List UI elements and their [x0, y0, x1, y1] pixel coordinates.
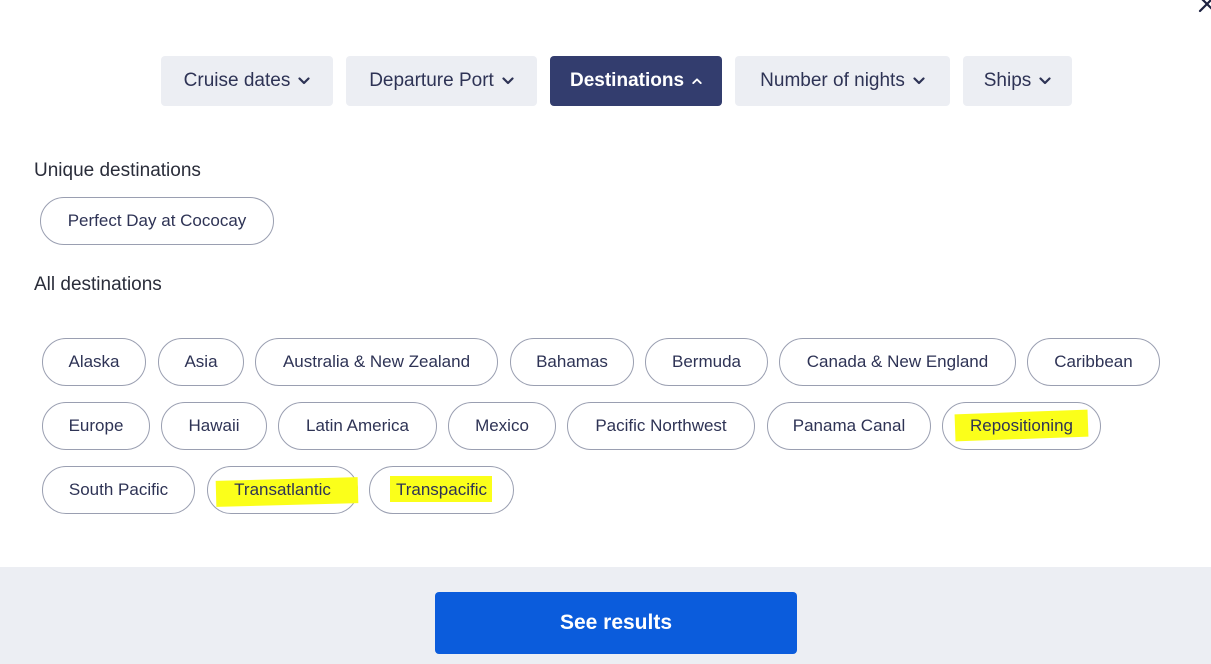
tab-destinations[interactable]: Destinations: [550, 56, 722, 106]
tab-label: Cruise dates: [183, 70, 291, 91]
see-results-button[interactable]: See results: [435, 592, 797, 654]
chip-label: Australia & New Zealand: [282, 352, 471, 371]
chip-panama-canal[interactable]: Panama Canal: [767, 402, 931, 450]
chip-label: Transatlantic: [234, 480, 331, 499]
chip-transatlantic[interactable]: Transatlantic: [207, 466, 359, 514]
chip-south-pacific[interactable]: South Pacific: [42, 466, 195, 514]
footer-bar: See results: [0, 567, 1211, 664]
tab-label: Destinations: [570, 70, 685, 91]
chip-label: Asia: [184, 352, 218, 371]
tab-number-of-nights[interactable]: Number of nights: [735, 56, 950, 106]
chip-label: Bermuda: [672, 352, 741, 371]
chip-bermuda[interactable]: Bermuda: [645, 338, 768, 386]
chip-label: Repositioning: [969, 416, 1073, 435]
filter-tabs: Cruise dates Departure Port Destinations…: [161, 56, 1072, 106]
destinations-filter-panel: Cruise dates Departure Port Destinations…: [0, 0, 1211, 664]
tab-label: Departure Port: [369, 70, 494, 91]
tab-label: Ships: [983, 70, 1032, 91]
chip-transpacific[interactable]: Transpacific: [369, 466, 514, 514]
chip-asia[interactable]: Asia: [158, 338, 244, 386]
chip-canada-new-england[interactable]: Canada & New England: [779, 338, 1016, 386]
chip-bahamas[interactable]: Bahamas: [510, 338, 634, 386]
chevron-down-icon: [913, 77, 925, 85]
chip-repositioning[interactable]: Repositioning: [942, 402, 1101, 450]
chip-label: Transpacific: [395, 480, 487, 499]
chip-mexico[interactable]: Mexico: [448, 402, 556, 450]
tab-cruise-dates[interactable]: Cruise dates: [161, 56, 333, 106]
tab-ships[interactable]: Ships: [963, 56, 1072, 106]
chip-perfect-day-at-cococay[interactable]: Perfect Day at Cococay: [40, 197, 274, 245]
tab-label: Number of nights: [760, 70, 905, 91]
chip-label: Panama Canal: [792, 416, 906, 435]
all-destinations-heading: All destinations: [34, 274, 162, 295]
chip-latin-america[interactable]: Latin America: [278, 402, 437, 450]
chip-australia-new-zealand[interactable]: Australia & New Zealand: [255, 338, 498, 386]
chip-label: Mexico: [475, 416, 529, 435]
chip-pacific-northwest[interactable]: Pacific Northwest: [567, 402, 755, 450]
chevron-down-icon: [298, 77, 310, 85]
chip-label: Caribbean: [1054, 352, 1133, 371]
chip-label: Bahamas: [536, 352, 608, 371]
chevron-down-icon: [1039, 77, 1051, 85]
chip-label: Latin America: [306, 416, 409, 435]
chip-alaska[interactable]: Alaska: [42, 338, 146, 386]
chip-label: Europe: [68, 416, 124, 435]
chip-label: South Pacific: [68, 480, 169, 499]
chip-europe[interactable]: Europe: [42, 402, 150, 450]
close-icon[interactable]: [1197, 0, 1211, 14]
unique-destinations-heading: Unique destinations: [34, 160, 201, 181]
chip-label: Alaska: [68, 352, 120, 371]
tab-departure-port[interactable]: Departure Port: [346, 56, 537, 106]
chip-label: Hawaii: [188, 416, 240, 435]
chip-label: Pacific Northwest: [595, 416, 727, 435]
chevron-up-icon: [692, 78, 702, 84]
chip-label: Perfect Day at Cococay: [67, 211, 247, 230]
chip-caribbean[interactable]: Caribbean: [1027, 338, 1160, 386]
chip-label: Canada & New England: [806, 352, 989, 371]
chip-hawaii[interactable]: Hawaii: [161, 402, 267, 450]
chevron-down-icon: [502, 77, 514, 85]
